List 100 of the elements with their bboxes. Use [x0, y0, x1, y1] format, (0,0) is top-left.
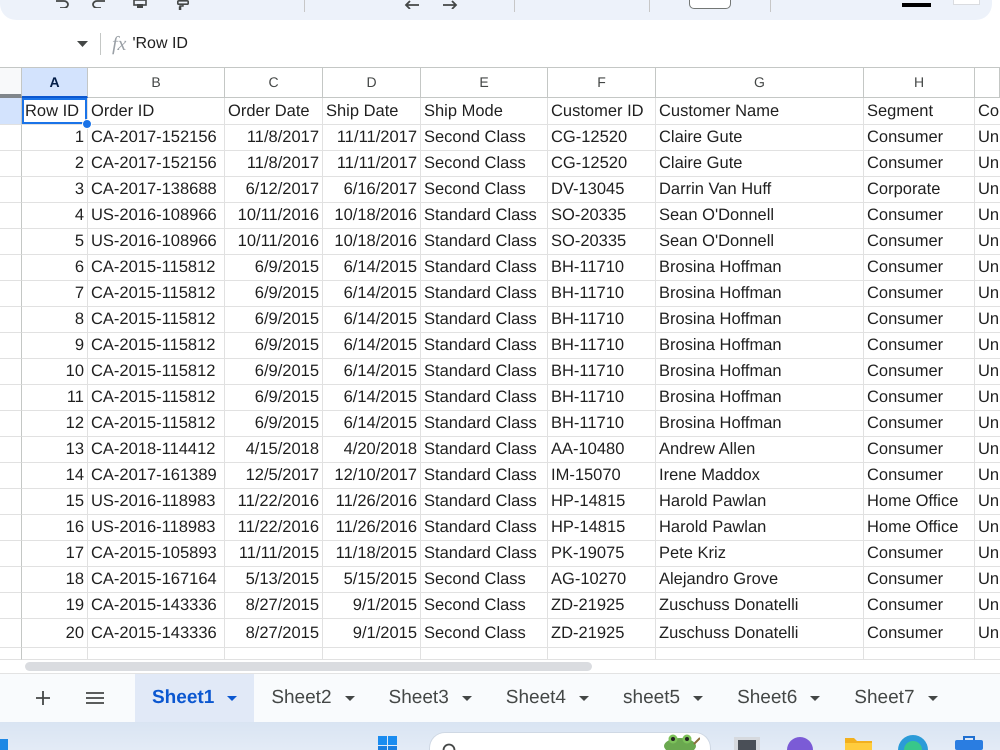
sheet-cell: 4/20/2018	[323, 437, 421, 463]
sheet-cell: Co	[975, 98, 1000, 125]
row-header[interactable]	[0, 307, 22, 333]
column-header[interactable]	[975, 68, 1000, 98]
row-header[interactable]	[0, 203, 22, 229]
sheet-cell: 6/9/2015	[225, 385, 323, 411]
row-header[interactable]	[0, 541, 22, 567]
row-header[interactable]	[0, 177, 22, 203]
sheet-cell: 9/1/2015	[323, 593, 421, 619]
sheet-cell: 10/11/2016	[225, 229, 323, 255]
column-header[interactable]: G	[656, 68, 864, 98]
app-window-icon[interactable]	[734, 737, 760, 750]
sheet-tab[interactable]: sheet5	[606, 674, 720, 722]
color-swatch-icon[interactable]	[902, 3, 931, 7]
taskbar-search-field[interactable]	[429, 732, 711, 750]
redo-icon[interactable]	[92, 0, 106, 8]
column-header[interactable]: F	[548, 68, 656, 98]
sheet-cell: Andrew Allen	[656, 437, 864, 463]
column-header[interactable]: H	[864, 68, 975, 98]
row-header[interactable]	[0, 125, 22, 151]
round-app-icon[interactable]	[787, 736, 813, 750]
search-icon	[442, 741, 456, 750]
shopping-bag-icon[interactable]	[955, 735, 983, 750]
sheet-cell: Claire Gute	[656, 125, 864, 151]
row-header[interactable]	[0, 593, 22, 619]
row-header[interactable]	[0, 648, 22, 660]
column-header[interactable]: C	[225, 68, 323, 98]
sheet-cell: BH-11710	[548, 359, 656, 385]
sheet-cell: 11/8/2017	[225, 151, 323, 177]
sheet-cell: Brosina Hoffman	[656, 411, 864, 437]
row-header[interactable]	[0, 281, 22, 307]
sheet-cell: SO-20335	[548, 229, 656, 255]
row-header[interactable]	[0, 359, 22, 385]
column-header[interactable]: D	[323, 68, 421, 98]
plus-icon	[35, 690, 51, 706]
arrow-right-icon[interactable]	[442, 0, 458, 9]
sheet-cell: CA-2017-161389	[88, 463, 225, 489]
row-header[interactable]	[0, 229, 22, 255]
sheet-cell: Home Office	[864, 515, 975, 541]
sheet-cell: Consumer	[864, 125, 975, 151]
sheet-cell: Brosina Hoffman	[656, 281, 864, 307]
row-header[interactable]	[0, 255, 22, 281]
font-size-field[interactable]	[689, 0, 731, 9]
row-header[interactable]	[0, 567, 22, 593]
scrollbar-thumb[interactable]	[25, 662, 592, 671]
caret-icon	[810, 696, 820, 700]
toolbar-field[interactable]	[953, 0, 980, 5]
sheet-cell: 6/9/2015	[225, 359, 323, 385]
sheet-tab[interactable]: Sheet3	[372, 674, 489, 722]
sheet-cell: Consumer	[864, 359, 975, 385]
print-icon[interactable]	[133, 0, 147, 8]
undo-icon[interactable]	[55, 0, 69, 8]
sheet-tab[interactable]: Sheet7	[837, 674, 955, 722]
row-header[interactable]	[0, 515, 22, 541]
sheet-cell: Standard Class	[421, 437, 548, 463]
formula-field[interactable]: 'Row ID	[132, 34, 1000, 54]
caret-icon	[579, 696, 590, 700]
sheet-cell: 6/14/2015	[323, 255, 421, 281]
paint-roller-icon[interactable]	[177, 0, 189, 10]
sheet-cell: Consumer	[864, 281, 975, 307]
sheet-cell: SO-20335	[548, 203, 656, 229]
sheet-cell: Zuschuss Donatelli	[656, 619, 864, 648]
sheet-cell: 10	[22, 359, 88, 385]
arrow-left-icon[interactable]	[404, 0, 420, 9]
sheet-cell: Sean O'Donnell	[656, 229, 864, 255]
sheet-cell: Standard Class	[421, 489, 548, 515]
column-header[interactable]: A	[22, 68, 88, 98]
app-tile-icon[interactable]	[0, 739, 8, 750]
column-header[interactable]: E	[421, 68, 548, 98]
sheet-cell: 6/16/2017	[323, 177, 421, 203]
sheet-cell: 9/1/2015	[323, 619, 421, 648]
select-all-corner[interactable]	[0, 68, 22, 98]
row-header[interactable]	[0, 411, 22, 437]
sheet-tab[interactable]: Sheet1	[135, 674, 254, 722]
column-header[interactable]: B	[88, 68, 225, 98]
sheet-tab[interactable]: Sheet4	[488, 674, 606, 722]
row-header[interactable]	[0, 463, 22, 489]
sheet-cell: Ship Date	[323, 98, 421, 125]
fill-handle-icon[interactable]	[82, 119, 92, 129]
row-header[interactable]	[0, 619, 22, 648]
sheet-tab[interactable]: Sheet2	[254, 674, 372, 722]
sheet-cell: US-2016-108966	[88, 229, 225, 255]
sheet-cell: Brosina Hoffman	[656, 333, 864, 359]
row-header[interactable]	[0, 385, 22, 411]
row-header[interactable]	[0, 151, 22, 177]
row-header[interactable]	[0, 333, 22, 359]
sheet-cell: CG-12520	[548, 151, 656, 177]
sheet-cell: CA-2015-115812	[88, 411, 225, 437]
sheet-cell: Un	[975, 333, 1000, 359]
sheet-cell: Consumer	[864, 437, 975, 463]
sheet-cell: 6/14/2015	[323, 333, 421, 359]
folder-icon[interactable]	[845, 736, 872, 750]
row-header[interactable]	[0, 489, 22, 515]
row-header[interactable]	[0, 437, 22, 463]
sheet-cell: Consumer	[864, 307, 975, 333]
sheet-cell: Un	[975, 125, 1000, 151]
swirl-icon[interactable]	[898, 735, 928, 750]
windows-logo-icon[interactable]	[378, 736, 397, 750]
sheet-tab[interactable]: Sheet6	[720, 674, 838, 722]
sheet-cell: Second Class	[421, 125, 548, 151]
